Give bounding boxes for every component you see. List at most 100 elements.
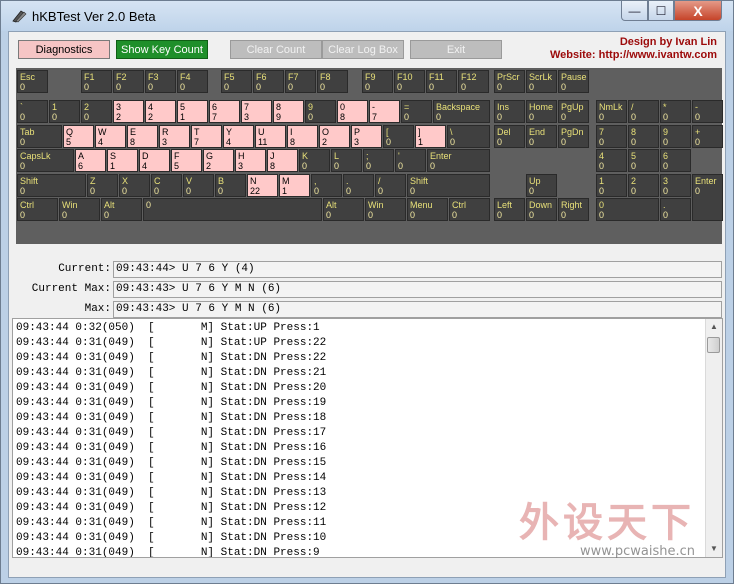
key-label: Y [226, 127, 233, 137]
key-count: 0 [599, 137, 605, 147]
key-enter: Enter 0 [692, 174, 723, 221]
exit-button[interactable]: Exit [410, 40, 502, 59]
key-count: 0 [180, 82, 186, 92]
key-space: 0 [143, 198, 322, 221]
scroll-down-arrow-icon[interactable]: ▼ [708, 543, 720, 555]
key-count: 0 [366, 161, 372, 171]
key-count: 1 [282, 186, 288, 196]
key-count: 0 [599, 186, 605, 196]
key-count: 0 [116, 82, 122, 92]
key-label: CapsLk [20, 151, 51, 161]
key-q: Q5 [63, 125, 94, 148]
key-sym4-8: ,0 [311, 174, 342, 197]
key-capslk: CapsLk 0 [17, 149, 74, 172]
scroll-up-arrow-icon[interactable]: ▲ [708, 321, 720, 333]
key-label: V [186, 176, 193, 186]
key-sym5-12: .0 [660, 198, 691, 221]
key-count: 0 [20, 210, 26, 220]
key-count: 0 [663, 137, 669, 147]
key-count: 0 [398, 161, 404, 171]
key-count: 0 [122, 186, 128, 196]
log-line: 09:43:44 0:31(049) [ N] Stat:DN Press:13 [16, 487, 327, 499]
key-4: 42 [145, 100, 176, 123]
key-label: L [334, 151, 340, 161]
key-count: 5 [66, 137, 72, 147]
key-label: F2 [116, 72, 127, 82]
current-field: 09:43:44> U 7 6 Y (4) [113, 261, 722, 278]
key-label: PgUp [561, 102, 584, 112]
key-sym1-20: -0 [692, 100, 723, 123]
log-line: 09:43:44 0:31(049) [ N] Stat:DN Press:15 [16, 457, 327, 469]
key-sym1-18: /0 [628, 100, 659, 123]
key-count: 0 [104, 210, 110, 220]
clear-log-box-button[interactable]: Clear Log Box [322, 40, 404, 59]
key-count: 0 [599, 161, 605, 171]
key-y: Y4 [223, 125, 254, 148]
key-label: Down [529, 200, 553, 210]
key-label: F3 [148, 72, 159, 82]
clear-count-button[interactable]: Clear Count [230, 40, 322, 59]
key-label: F10 [397, 72, 413, 82]
diagnostics-button[interactable]: Diagnostics [18, 40, 110, 59]
key-count: 0 [218, 186, 224, 196]
key-enter: Enter 0 [427, 149, 490, 172]
key-label: Q [66, 127, 74, 137]
key-count: 0 [497, 82, 503, 92]
key-count: 0 [561, 112, 567, 122]
key-label: 7 [244, 102, 250, 112]
key-sym4-9: .0 [343, 174, 374, 197]
key-count: 0 [326, 210, 332, 220]
key-win: Win 0 [59, 198, 100, 221]
show-key-count-button[interactable]: Show Key Count [116, 40, 208, 59]
key-1: 10 [49, 100, 80, 123]
log-line: 09:43:44 0:31(049) [ N] Stat:DN Press:18 [16, 412, 327, 424]
minimize-button[interactable]: — [621, 1, 648, 21]
key-win: Win 0 [365, 198, 406, 221]
key-f6: F6 0 [253, 70, 284, 93]
key-label: B [218, 176, 225, 186]
key-label: , [314, 176, 317, 186]
key-sym1-12: = 0 [401, 100, 432, 123]
key-label: 1 [599, 176, 605, 186]
key-ctrl: Ctrl 0 [449, 198, 490, 221]
key-count: 0 [497, 112, 503, 122]
title-bar[interactable]: hKBTest Ver 2.0 Beta — ☐ X [1, 1, 733, 31]
key-count: 0 [461, 82, 467, 92]
close-button[interactable]: X [674, 1, 722, 21]
key-sym4-10: /0 [375, 174, 406, 197]
key-9: 90 [660, 125, 691, 148]
key-count: 0 [148, 82, 154, 92]
key-label: 2 [84, 102, 90, 112]
key-f2: F2 0 [113, 70, 144, 93]
key-right: Right 0 [558, 198, 589, 221]
key-l: L0 [331, 149, 362, 172]
log-scrollbar[interactable]: ▲ ▼ [705, 319, 722, 557]
key-label: O [322, 127, 330, 137]
key-label: F7 [288, 72, 299, 82]
key-backspace: Backspace 0 [433, 100, 490, 123]
key-count: 6 [78, 161, 84, 171]
maximize-button[interactable]: ☐ [648, 1, 674, 21]
key-sym3-11: ' 0 [395, 149, 426, 172]
key-label: . [346, 176, 349, 186]
scroll-thumb[interactable] [707, 337, 720, 353]
key-label: Win [368, 200, 384, 210]
current-label: Current: [58, 263, 111, 275]
key-label: ScrLk [529, 72, 553, 82]
key-label: 6 [212, 102, 218, 112]
key-8: 89 [273, 100, 304, 123]
key-6: 67 [209, 100, 240, 123]
key-label: F1 [84, 72, 95, 82]
key-3: 32 [113, 100, 144, 123]
key-count: 0 [452, 210, 458, 220]
key-count: 0 [154, 186, 160, 196]
key-count: 7 [194, 137, 200, 147]
app-window: hKBTest Ver 2.0 Beta — ☐ X Diagnostics S… [0, 0, 734, 584]
max-label: Max: [84, 303, 111, 315]
key-count: 0 [529, 112, 535, 122]
key-label: Tab [20, 127, 35, 137]
website-link[interactable]: Website: http://www.ivantw.com [550, 49, 717, 61]
key-o: O2 [319, 125, 350, 148]
key-count: 0 [20, 137, 26, 147]
key-label: P [354, 127, 361, 137]
